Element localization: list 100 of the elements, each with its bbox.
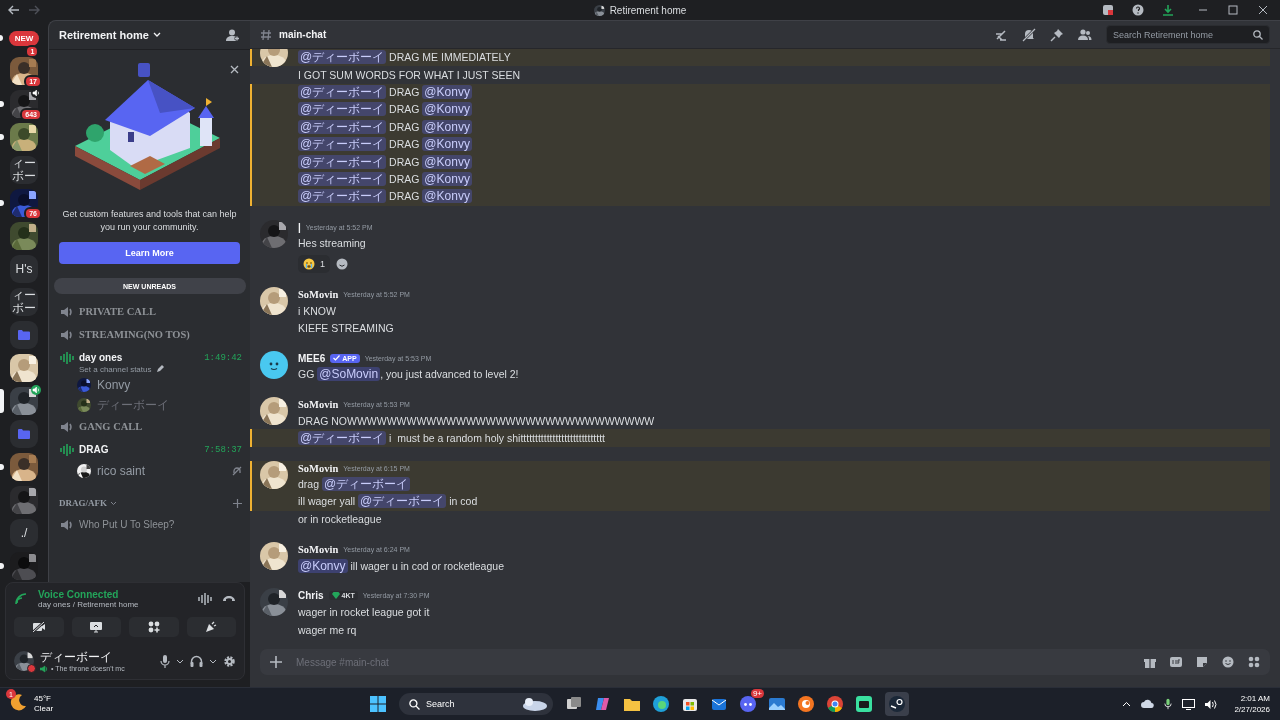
chevron-down-icon[interactable] [209, 658, 217, 664]
clock-date[interactable]: 2/27/2026 [1234, 704, 1270, 715]
threads-icon[interactable] [994, 27, 1008, 42]
folder-icon[interactable] [624, 697, 640, 711]
weather-condition[interactable]: Clear [34, 704, 54, 714]
author-name[interactable]: SoMovin [298, 544, 339, 556]
pin-icon[interactable] [1050, 27, 1064, 42]
author-name[interactable]: Chris [298, 590, 324, 602]
author-name[interactable]: SoMovin [298, 399, 339, 411]
members-icon[interactable] [1078, 28, 1092, 41]
server-name[interactable]: Retirement home [59, 29, 149, 41]
new-button[interactable]: NEW [8, 30, 40, 46]
app-icon[interactable] [798, 696, 814, 712]
server-icon[interactable]: H's [10, 255, 38, 283]
hang-up-icon[interactable] [222, 595, 236, 603]
activities-button[interactable] [129, 617, 179, 637]
gem-icon [331, 592, 340, 600]
channel-status[interactable]: Set a channel status [79, 364, 152, 374]
volume-icon[interactable] [1205, 698, 1219, 710]
maximize-icon[interactable] [1228, 5, 1238, 15]
help-icon[interactable] [1132, 4, 1144, 16]
microphone-icon[interactable] [1164, 698, 1173, 710]
windows-start-icon[interactable] [370, 696, 386, 712]
chrome-icon[interactable] [827, 696, 843, 712]
plus-icon[interactable] [233, 498, 242, 508]
author-name[interactable]: SoMovin [298, 462, 339, 474]
reaction-button[interactable]: 1 [298, 254, 330, 273]
microphone-icon[interactable] [160, 654, 170, 668]
voice-channel[interactable]: DRAG 7:58:37 [59, 438, 242, 461]
sticker-icon[interactable] [1196, 656, 1208, 668]
temperature[interactable]: 45°F [34, 694, 54, 704]
steam-icon[interactable] [885, 692, 909, 716]
game-app-icon[interactable] [856, 696, 872, 712]
plus-icon[interactable] [270, 656, 282, 668]
server-icon[interactable]: ィーボー [10, 156, 38, 184]
server-icon[interactable]: ィーボー [10, 288, 38, 316]
headphones-icon[interactable] [190, 655, 203, 667]
message-text: ill wager yall @ディーボーイ in cod [298, 493, 478, 511]
learn-more-button[interactable]: Learn More [59, 242, 240, 264]
muted-bell-icon[interactable] [1022, 27, 1036, 42]
display-icon[interactable] [1182, 698, 1196, 710]
emoji-icon[interactable] [1222, 656, 1234, 668]
search-field[interactable]: Search Retirement home [1106, 25, 1270, 44]
chevron-down-icon[interactable] [176, 658, 184, 664]
inbox-icon[interactable] [1102, 4, 1114, 16]
cloud-icon[interactable] [1141, 699, 1155, 709]
soundboard-button[interactable] [186, 617, 236, 637]
notification-badge: 9+ [750, 689, 764, 698]
camera-off-button[interactable] [14, 617, 64, 637]
voice-channel[interactable]: GANG CALL [59, 415, 242, 438]
search-input[interactable]: Search Retirement home [1113, 29, 1249, 40]
message-text: @ディーボーイ DRAG @Konvy [298, 83, 472, 101]
voice-channel[interactable]: STREAMING(NO TOS) [59, 323, 242, 346]
author-name[interactable]: SoMovin [298, 288, 339, 300]
task-view-icon[interactable] [566, 696, 582, 712]
server-folder[interactable] [10, 321, 38, 349]
message-text: @ディーボーイ DRAG @Konvy [298, 101, 472, 119]
photos-icon[interactable] [769, 696, 785, 712]
screen-share-button[interactable] [71, 617, 121, 637]
author-name[interactable]: | [298, 221, 301, 233]
mail-icon[interactable] [711, 696, 727, 712]
copilot-icon[interactable] [595, 696, 611, 712]
settings-icon[interactable] [223, 654, 236, 668]
message-text: @ディーボーイ DRAG @Konvy [298, 153, 472, 171]
pencil-icon[interactable] [155, 365, 164, 373]
clock-time[interactable]: 2:01 AM [1240, 693, 1270, 704]
browser-icon[interactable] [653, 696, 669, 712]
server-icon[interactable]: ./ [10, 519, 38, 547]
voice-channel[interactable]: PRIVATE CALL [59, 300, 242, 323]
search-icon [1253, 29, 1263, 40]
gif-icon[interactable] [1170, 657, 1182, 667]
download-icon[interactable] [1162, 4, 1174, 16]
voice-channel[interactable]: Who Put U To Sleep? [59, 513, 242, 536]
author-name[interactable]: MEE6 [298, 352, 326, 364]
close-icon[interactable] [230, 65, 239, 74]
store-icon[interactable] [682, 696, 698, 712]
folder-icon [18, 429, 30, 439]
chat-app-icon[interactable] [740, 696, 756, 712]
back-arrow-icon[interactable] [8, 5, 20, 15]
message-text: wager in rocket league got it [298, 606, 430, 619]
server-folder[interactable] [10, 420, 38, 448]
apps-icon[interactable] [1248, 656, 1260, 668]
sound-wave-icon[interactable] [198, 593, 212, 605]
category-label[interactable]: DRAG/AFK [59, 498, 107, 508]
add-person-icon[interactable] [226, 28, 240, 42]
voice-member[interactable]: Konvy [59, 375, 242, 395]
taskbar-search[interactable]: Search [399, 693, 553, 715]
message-text: drag @ディーボーイ [298, 476, 411, 494]
close-icon[interactable] [1258, 5, 1268, 15]
voice-member[interactable]: rico saint [59, 461, 242, 481]
check-icon [333, 355, 341, 362]
gift-icon[interactable] [1144, 656, 1156, 668]
chevron-up-icon[interactable] [1122, 701, 1132, 707]
crying-face-icon [303, 257, 315, 270]
add-reaction-icon[interactable] [336, 257, 348, 270]
speaker-icon [40, 664, 49, 673]
user-name[interactable]: ディーボーイ [40, 649, 154, 665]
message-text: @ディーボーイ DRAG @Konvy [298, 136, 472, 154]
voice-status[interactable]: Voice Connected [38, 589, 188, 600]
voice-location[interactable]: day ones / Retirement home [38, 600, 188, 609]
